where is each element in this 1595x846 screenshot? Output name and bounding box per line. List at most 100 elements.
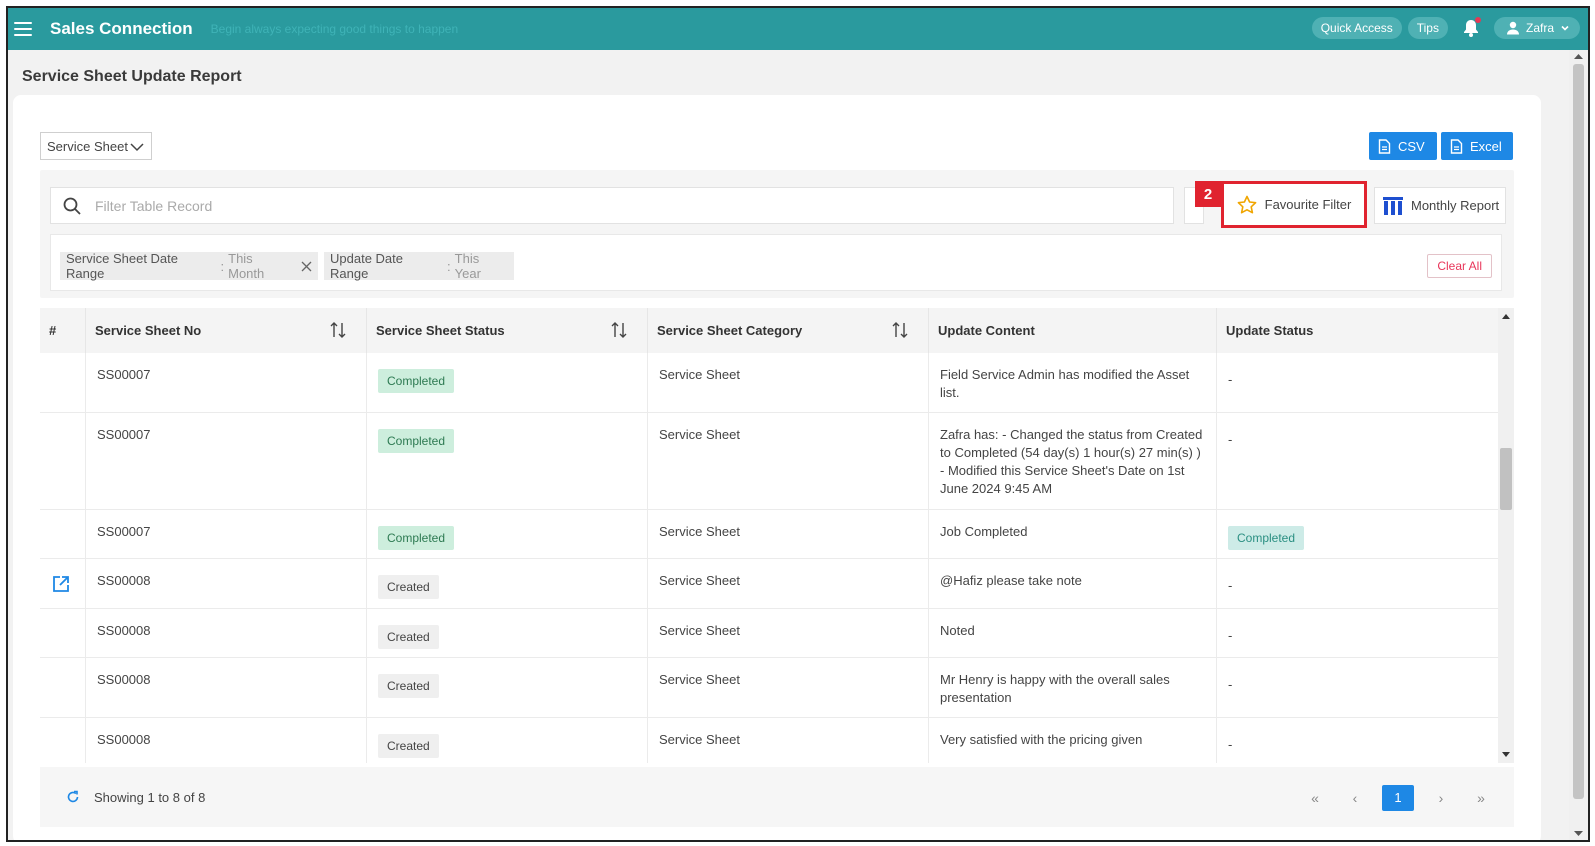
col-header-status[interactable]: Service Sheet Status <box>367 308 648 353</box>
category-cell: Service Sheet <box>648 510 929 558</box>
update-status-cell: - <box>1217 609 1498 657</box>
scroll-up-icon[interactable] <box>1502 313 1510 319</box>
quick-access-button[interactable]: Quick Access <box>1311 17 1402 39</box>
col-header-category[interactable]: Service Sheet Category <box>648 308 929 353</box>
brand-name[interactable]: Sales Connection <box>50 19 193 39</box>
active-filters-bar: Service Sheet Date Range : This Month Up… <box>50 234 1502 291</box>
col-header-update-status: Update Status <box>1217 308 1498 353</box>
update-status-value: - <box>1228 677 1233 692</box>
row-index <box>40 510 86 558</box>
first-page-button[interactable]: « <box>1302 790 1328 806</box>
update-content: Field Service Admin has modified the Ass… <box>929 353 1217 412</box>
table-row[interactable]: SS00008 Created Service Sheet Mr Henry i… <box>40 658 1498 718</box>
favourite-filter-button[interactable]: Favourite Filter <box>1221 181 1367 228</box>
sort-icon[interactable] <box>611 321 627 339</box>
columns-icon <box>1383 196 1403 215</box>
page-title: Service Sheet Update Report <box>22 68 242 85</box>
scroll-down-icon[interactable] <box>1574 831 1583 837</box>
pagination: « ‹ 1 › » <box>1302 785 1494 811</box>
status-cell: Completed <box>367 413 648 509</box>
table-row[interactable]: SS00007 Completed Service Sheet Field Se… <box>40 353 1498 413</box>
update-content: Mr Henry is happy with the overall sales… <box>929 658 1217 717</box>
col-header-update-content: Update Content <box>929 308 1217 353</box>
row-index <box>40 718 86 763</box>
chevron-down-icon <box>130 143 144 152</box>
status-cell: Created <box>367 658 648 717</box>
search-input[interactable] <box>95 197 1145 214</box>
status-badge: Created <box>378 674 439 698</box>
scroll-down-icon[interactable] <box>1502 752 1510 758</box>
status-badge: Completed <box>378 369 455 393</box>
col-header-service-sheet-no[interactable]: Service Sheet No <box>86 308 367 353</box>
category-cell: Service Sheet <box>648 658 929 717</box>
csv-export-button[interactable]: CSV <box>1369 132 1437 160</box>
next-page-button[interactable]: › <box>1428 790 1454 806</box>
notification-bell-icon[interactable] <box>1458 16 1484 40</box>
table-scrollbar[interactable] <box>1498 308 1514 763</box>
update-status-cell: - <box>1217 658 1498 717</box>
topbar-actions: Quick Access Tips Zafra <box>1311 16 1580 40</box>
category-cell: Service Sheet <box>648 559 929 608</box>
prev-page-button[interactable]: ‹ <box>1342 790 1368 806</box>
excel-export-button[interactable]: Excel <box>1441 132 1513 160</box>
scrollbar-thumb[interactable] <box>1500 448 1512 510</box>
pagination-info: Showing 1 to 8 of 8 <box>94 789 206 805</box>
menu-icon[interactable] <box>14 22 32 36</box>
update-status-value: - <box>1228 628 1233 643</box>
update-content: Noted <box>929 609 1217 657</box>
filter-panel: 2 Favourite Filter Monthly Report Servic… <box>40 170 1514 298</box>
status-cell: Created <box>367 609 648 657</box>
update-status-value: - <box>1228 432 1233 447</box>
search-icon <box>63 197 81 215</box>
excel-label: Excel <box>1470 138 1502 154</box>
status-badge: Completed <box>378 429 455 453</box>
table-row[interactable]: SS00008 Created Service Sheet Very satis… <box>40 718 1498 763</box>
service-sheet-no: SS00007 <box>86 510 367 558</box>
category-cell: Service Sheet <box>648 413 929 509</box>
monthly-report-label: Monthly Report <box>1411 198 1500 213</box>
sort-icon[interactable] <box>330 321 346 339</box>
page-scrollbar[interactable] <box>1569 50 1588 840</box>
file-icon <box>1450 138 1463 154</box>
last-page-button[interactable]: » <box>1468 790 1494 806</box>
monthly-report-button[interactable]: Monthly Report <box>1374 187 1506 224</box>
app-window: Sales Connection Begin always expecting … <box>6 6 1590 842</box>
update-status-cell: Completed <box>1217 510 1498 558</box>
row-index <box>40 413 86 509</box>
chip-sep: : <box>447 258 451 274</box>
chip-value: This Month <box>228 251 265 281</box>
table-row[interactable]: SS00007 Completed Service Sheet Zafra ha… <box>40 413 1498 510</box>
table-row[interactable]: SS00008 Created Service Sheet Noted - <box>40 609 1498 658</box>
page-button-current[interactable]: 1 <box>1382 785 1414 811</box>
refresh-icon[interactable] <box>66 790 80 804</box>
status-cell: Created <box>367 718 648 763</box>
service-sheet-no: SS00008 <box>86 609 367 657</box>
tagline: Begin always expecting good things to ha… <box>210 22 459 36</box>
category-cell: Service Sheet <box>648 718 929 763</box>
update-content: Job Completed <box>929 510 1217 558</box>
file-icon <box>1378 138 1391 154</box>
page-scrollbar-thumb[interactable] <box>1573 64 1584 799</box>
update-content: Zafra has: - Changed the status from Cre… <box>929 413 1217 509</box>
table-row[interactable]: SS00007 Completed Service Sheet Job Comp… <box>40 510 1498 559</box>
table-row[interactable]: SS00008 Created Service Sheet @Hafiz ple… <box>40 559 1498 609</box>
chip-key: Service Sheet Date Range <box>66 251 179 281</box>
tips-button[interactable]: Tips <box>1407 17 1448 39</box>
update-status-cell: - <box>1217 353 1498 412</box>
external-link-icon[interactable] <box>52 575 70 593</box>
data-table: # Service Sheet No Service Sheet Status … <box>40 308 1514 763</box>
update-content: @Hafiz please take note <box>929 559 1217 608</box>
close-icon[interactable] <box>301 261 312 272</box>
clear-all-button[interactable]: Clear All <box>1427 254 1492 278</box>
user-name: Zafra <box>1525 21 1554 35</box>
service-sheet-no: SS00007 <box>86 353 367 412</box>
table-footer: Showing 1 to 8 of 8 « ‹ 1 › » <box>40 767 1514 827</box>
report-type-value: Service Sheet <box>47 138 128 154</box>
user-menu[interactable]: Zafra <box>1493 17 1580 39</box>
service-sheet-no: SS00008 <box>86 718 367 763</box>
status-cell: Completed <box>367 353 648 412</box>
chip-sep: : <box>220 258 225 274</box>
report-type-select[interactable]: Service Sheet <box>40 132 152 160</box>
sort-icon[interactable] <box>892 321 908 339</box>
scroll-up-icon[interactable] <box>1574 53 1583 59</box>
